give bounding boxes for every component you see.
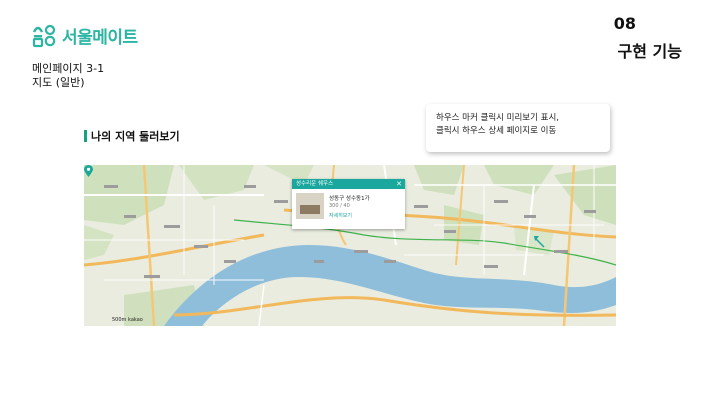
slide-number: 08	[613, 14, 636, 33]
map-section-title: 나의 지역 둘러보기	[91, 130, 180, 143]
logo-icon	[32, 24, 56, 48]
house-preview-popup[interactable]: 성수리운 쉐우스 ✕ 성동구 성수동1가 300 / 40 자세히보기	[292, 179, 405, 229]
callout-line2: 클릭시 하우스 상세 페이지로 이동	[436, 126, 557, 136]
popup-title: 성수리운 쉐우스	[296, 181, 334, 187]
map-provider: kakao	[128, 317, 143, 323]
map-view[interactable]: 성수리운 쉐우스 ✕ 성동구 성수동1가 300 / 40 자세히보기 500m…	[84, 165, 616, 326]
popup-address: 성동구 성수동1가	[329, 196, 370, 202]
feature-callout: 하우스 마커 클릭시 미리보기 표시, 클릭시 하우스 상세 페이지로 이동	[426, 104, 610, 152]
page-label: 메인페이지 3-1 지도 (일반)	[32, 62, 104, 90]
popup-header: 성수리운 쉐우스 ✕	[292, 179, 405, 189]
brand-name: 서울메이트	[62, 27, 138, 48]
brand-logo[interactable]: 서울메이트	[32, 22, 138, 48]
popup-price: 300 / 40	[329, 203, 350, 209]
house-thumbnail[interactable]	[296, 193, 324, 219]
map-scale: 500m kakao	[112, 317, 143, 323]
close-icon[interactable]: ✕	[396, 179, 402, 189]
page-label-line1: 메인페이지 3-1	[32, 62, 105, 75]
scale-label: 500m	[112, 317, 127, 323]
section-title: 구현 기능	[611, 38, 688, 62]
page-label-line2: 지도 (일반)	[32, 76, 85, 89]
callout-line1: 하우스 마커 클릭시 미리보기 표시,	[436, 113, 559, 123]
map-section-heading: 나의 지역 둘러보기	[84, 128, 180, 144]
section-title-text: 구현 기능	[617, 42, 682, 61]
heading-accent-bar	[84, 130, 87, 142]
popup-detail-link[interactable]: 자세히보기	[329, 212, 352, 219]
map-pin-icon[interactable]	[84, 165, 93, 177]
